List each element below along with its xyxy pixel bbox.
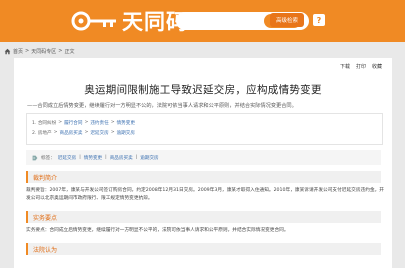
category-line-2: 2. 房地产 > 商品房买卖 > 迟延交房 > 逾期交房	[32, 130, 135, 136]
print-button[interactable]: 打印	[356, 63, 366, 70]
section-paragraph: 实务要点：合同成立后情势变更，继续履行对一方明显不公平的，法院可依当事人请求和公…	[26, 228, 289, 233]
category-box: 1. 合同纠纷 > 履行合同 > 违约责任 > 情势变更 2. 房地产 > 商品…	[26, 113, 383, 145]
top-header: 天同码 检 索 高级检索 ?	[0, 0, 405, 42]
search-input[interactable]	[183, 15, 267, 29]
breadcrumb-section[interactable]: 天同码专区	[31, 48, 56, 55]
advanced-search-button[interactable]: 高级检索	[270, 13, 304, 27]
section-heading: 裁判简介	[26, 171, 381, 183]
tag-link[interactable]: 迟延交房	[58, 155, 76, 161]
section-paragraph: 裁判要旨：2007年，康某与开发公司签订购房合同，约定2008年12月31日交房…	[26, 188, 384, 201]
breadcrumb-separator: >	[25, 48, 30, 54]
article-title: 奥运期间限制施工导致迟延交房，应构成情势变更	[84, 84, 322, 96]
key-logo-icon	[71, 11, 116, 31]
article-toolbar: 下载 打印 收藏	[340, 63, 382, 70]
tags-label: 标签：	[41, 155, 55, 161]
category-link[interactable]: 商品房买卖	[59, 130, 82, 136]
site-logo[interactable]: 天同码	[70, 6, 188, 36]
section-heading: 实务要点	[26, 211, 381, 223]
breadcrumb-current: 正文	[64, 48, 75, 55]
category-link[interactable]: 履行合同	[64, 120, 82, 126]
category-link[interactable]: 违约责任	[90, 120, 108, 126]
section-heading: 法院认为	[26, 243, 381, 255]
tag-link[interactable]: 逾期交房	[140, 155, 158, 161]
category-line-1: 1. 合同纠纷 > 履行合同 > 违约责任 > 情势变更	[32, 120, 135, 126]
category-link[interactable]: 迟延交房	[90, 130, 108, 136]
help-button[interactable]: ?	[313, 14, 325, 26]
tag-link[interactable]: 商品房买卖	[110, 155, 133, 161]
article-summary: ——合同成立后情势变更，继续履行对一方明显不公的，法院可依当事人请求和公平原则，…	[27, 103, 297, 109]
breadcrumb: 首页 > 天同码专区 > 正文	[4, 46, 74, 56]
favorite-button[interactable]: 收藏	[372, 63, 382, 70]
category-root: 1. 合同纠纷	[32, 121, 57, 126]
category-link[interactable]: 情势变更	[117, 120, 135, 126]
breadcrumb-home[interactable]: 首页	[13, 48, 23, 55]
tag-icon	[32, 155, 38, 160]
category-link[interactable]: 逾期交房	[117, 130, 135, 136]
category-root: 2. 房地产	[32, 131, 52, 136]
tag-bar: 标签： 迟延交房 | 情势变更 | 商品房买卖 | 逾期交房	[26, 150, 381, 165]
tag-link[interactable]: 情势变更	[84, 155, 102, 161]
home-icon[interactable]	[4, 48, 11, 55]
breadcrumb-separator: >	[58, 48, 63, 54]
article-card: 下载 打印 收藏 奥运期间限制施工导致迟延交房，应构成情势变更 ——合同成立后情…	[14, 58, 392, 268]
download-button[interactable]: 下载	[340, 63, 350, 70]
